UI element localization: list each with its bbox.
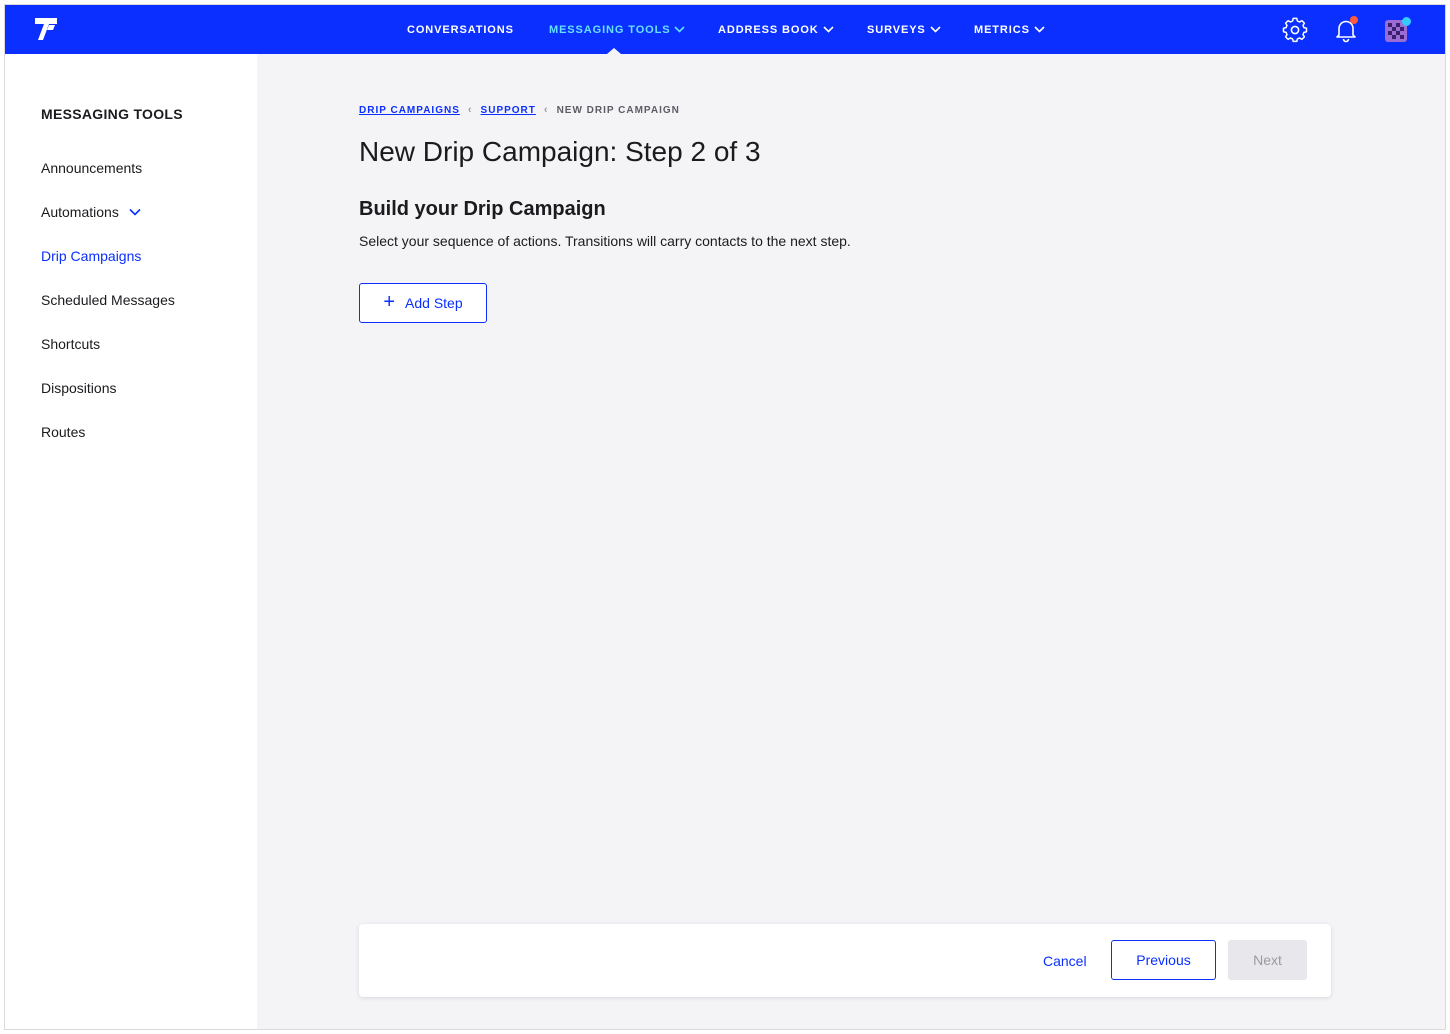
nav-messaging-tools-label: MESSAGING TOOLS [549,23,671,36]
nav-metrics[interactable]: METRICS [974,5,1045,54]
wizard-action-bar: Cancel Previous Next [359,924,1331,997]
top-nav-bar: CONVERSATIONS MESSAGING TOOLS ADDRESS BO… [5,5,1445,54]
nav-conversations[interactable]: CONVERSATIONS [407,5,514,54]
page-title: New Drip Campaign: Step 2 of 3 [359,136,761,167]
add-step-label: Add Step [405,295,463,311]
breadcrumb-current: NEW DRIP CAMPAIGN [556,104,680,116]
sidebar-item-announcements[interactable]: Announcements [41,160,142,176]
sidebar-title: MESSAGING TOOLS [41,106,183,122]
sidebar-item-routes[interactable]: Routes [41,424,85,440]
breadcrumb-separator-icon: ‹ [467,104,473,116]
notifications-button[interactable] [1333,16,1359,43]
sidebar-item-automations[interactable]: Automations [41,204,141,220]
breadcrumb-drip-campaigns[interactable]: DRIP CAMPAIGNS [359,105,460,116]
section-title: Build your Drip Campaign [359,198,606,220]
user-avatar[interactable] [1384,17,1411,43]
next-button[interactable]: Next [1228,940,1307,980]
section-description: Select your sequence of actions. Transit… [359,233,851,249]
nav-metrics-label: METRICS [974,23,1030,36]
breadcrumb-support[interactable]: SUPPORT [481,105,536,116]
sidebar-item-label: Dispositions [41,380,117,396]
app-window: CONVERSATIONS MESSAGING TOOLS ADDRESS BO… [4,4,1446,1030]
add-step-button[interactable]: + Add Step [359,283,487,323]
sidebar-item-shortcuts[interactable]: Shortcuts [41,336,100,352]
chevron-down-icon[interactable] [129,208,141,216]
sidebar-item-label: Shortcuts [41,336,101,352]
chevron-down-icon [1034,26,1045,33]
nav-conversations-label: CONVERSATIONS [407,23,514,36]
plus-icon: + [383,291,396,313]
chevron-down-icon [674,26,686,33]
nav-surveys-label: SURVEYS [867,23,926,36]
sidebar-item-dispositions[interactable]: Dispositions [41,380,116,396]
sidebar-item-label: Drip Campaigns [41,248,142,264]
app-logo[interactable] [33,16,59,42]
nav-surveys[interactable]: SURVEYS [867,5,941,54]
previous-button[interactable]: Previous [1111,940,1216,980]
nav-messaging-tools[interactable]: MESSAGING TOOLS [549,5,686,54]
chevron-down-icon [823,26,834,33]
breadcrumb-separator-icon: ‹ [543,104,549,116]
nav-address-book[interactable]: ADDRESS BOOK [718,5,834,54]
notification-badge [1350,16,1358,24]
sidebar-item-label: Automations [41,204,119,220]
nav-address-book-label: ADDRESS BOOK [718,23,819,36]
main-content: DRIP CAMPAIGNS ‹ SUPPORT ‹ NEW DRIP CAMP… [257,54,1445,1029]
sidebar-item-label: Announcements [41,160,143,176]
sidebar-item-label: Scheduled Messages [41,292,175,308]
presence-badge [1402,17,1411,26]
sidebar: MESSAGING TOOLS Announcements Automation… [5,54,257,1029]
chevron-down-icon [930,26,941,33]
sidebar-item-label: Routes [41,424,86,440]
settings-gear-icon[interactable] [1282,17,1308,43]
cancel-button[interactable]: Cancel [1031,941,1099,981]
sidebar-item-scheduled-messages[interactable]: Scheduled Messages [41,292,175,308]
breadcrumb: DRIP CAMPAIGNS ‹ SUPPORT ‹ NEW DRIP CAMP… [359,104,680,116]
sidebar-item-drip-campaigns[interactable]: Drip Campaigns [41,248,141,264]
